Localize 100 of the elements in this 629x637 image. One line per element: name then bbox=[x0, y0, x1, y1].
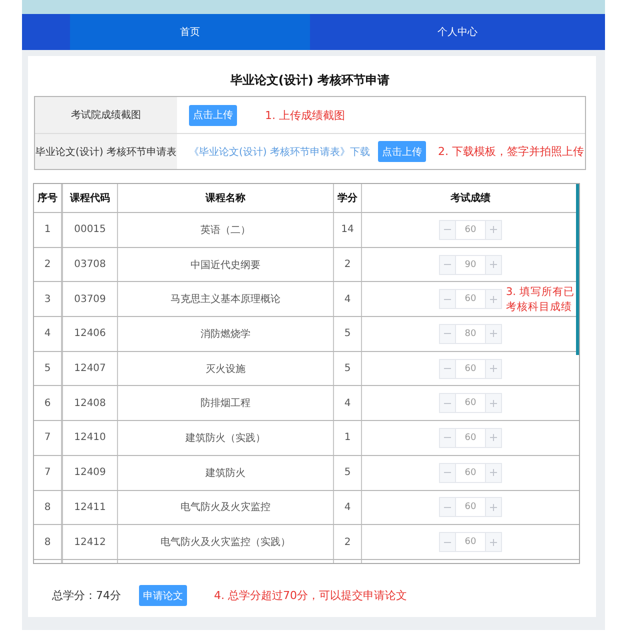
table-cell: 00015 bbox=[63, 213, 118, 247]
score-field[interactable]: 60 bbox=[456, 497, 485, 518]
template-download-link[interactable]: 《毕业论文(设计) 考核环节申请表》下载 bbox=[189, 144, 370, 158]
instruction-note: 1. 上传成绩截图 bbox=[265, 108, 345, 122]
increase-button[interactable] bbox=[485, 324, 502, 344]
minus-icon bbox=[444, 506, 451, 508]
table-cell: 12407 bbox=[63, 352, 118, 386]
minus-icon bbox=[444, 264, 451, 266]
table-cell: 英语（二） bbox=[118, 213, 334, 247]
table-cell: 5 bbox=[334, 456, 362, 490]
decrease-button[interactable] bbox=[439, 289, 456, 310]
table-cell: 5 bbox=[334, 317, 362, 351]
apply-button[interactable]: 申请论文 bbox=[139, 585, 187, 606]
nav-tab[interactable]: 首页 bbox=[70, 14, 310, 50]
table-cell: 4 bbox=[334, 490, 362, 524]
table-cell: 建筑防火（实践） bbox=[118, 421, 334, 455]
decrease-button[interactable] bbox=[439, 254, 456, 275]
plus-icon bbox=[490, 469, 497, 476]
table-cell: 5 bbox=[34, 352, 63, 386]
decrease-button[interactable] bbox=[439, 324, 456, 344]
plus-icon bbox=[490, 400, 497, 407]
plus-icon bbox=[490, 330, 497, 338]
score-field[interactable]: 60 bbox=[456, 532, 485, 552]
score-field[interactable]: 60 bbox=[456, 358, 485, 379]
upload-label: 考试院成绩截图 bbox=[35, 97, 177, 133]
table-cell: 8 bbox=[34, 525, 63, 559]
plus-icon bbox=[490, 261, 497, 268]
increase-button[interactable] bbox=[485, 497, 502, 518]
decrease-button[interactable] bbox=[439, 532, 456, 552]
score-field[interactable]: 60 bbox=[456, 428, 485, 448]
decrease-button[interactable] bbox=[439, 428, 456, 448]
increase-button[interactable] bbox=[485, 532, 502, 552]
table-cell: 8 bbox=[34, 490, 63, 524]
upload-button[interactable]: 点击上传 bbox=[189, 104, 237, 126]
table-cell: 12406 bbox=[63, 317, 118, 351]
score-field[interactable]: 60 bbox=[456, 220, 485, 240]
plus-icon bbox=[490, 296, 497, 303]
table-cell: 4 bbox=[334, 282, 362, 316]
plus-icon bbox=[490, 434, 497, 442]
table-cell: 12411 bbox=[63, 490, 118, 524]
table-cell: 03709 bbox=[63, 282, 118, 316]
table-cell: 1 bbox=[334, 421, 362, 455]
column-header: 考试成绩 bbox=[450, 192, 492, 206]
page-title: 毕业论文(设计) 考核环节申请 bbox=[230, 72, 390, 89]
table-cell: 12410 bbox=[63, 421, 118, 455]
table-cell: 6 bbox=[34, 386, 63, 420]
table-cell: 电气防火及火灾监控（实践） bbox=[118, 525, 334, 559]
upload-button[interactable]: 点击上传 bbox=[378, 141, 426, 162]
table-cell: 2 bbox=[34, 248, 63, 282]
table-cell: 防排烟工程 bbox=[118, 386, 334, 420]
table-cell: 灭火设施 bbox=[118, 352, 334, 386]
score-field[interactable]: 60 bbox=[456, 289, 485, 310]
plus-icon bbox=[490, 226, 497, 234]
increase-button[interactable] bbox=[485, 254, 502, 275]
table-cell: 2 bbox=[334, 248, 362, 282]
increase-button[interactable] bbox=[485, 393, 502, 414]
plus-icon bbox=[490, 538, 497, 546]
minus-icon bbox=[444, 298, 451, 300]
table-cell: 电气防火及火灾监控 bbox=[118, 490, 334, 524]
plus-icon bbox=[490, 504, 497, 511]
increase-button[interactable] bbox=[485, 428, 502, 448]
decrease-button[interactable] bbox=[439, 393, 456, 414]
minus-icon bbox=[444, 333, 451, 334]
table-cell: 消防燃烧学 bbox=[118, 317, 334, 351]
table-cell: 1 bbox=[34, 213, 63, 247]
scrollbar-thumb[interactable] bbox=[576, 184, 579, 355]
instruction-note: 2. 下载模板，签字并拍照上传 bbox=[438, 144, 584, 159]
nav-tab[interactable]: 个人中心 bbox=[310, 14, 605, 50]
table-cell: 马克思主义基本原理概论 bbox=[118, 282, 334, 316]
decrease-button[interactable] bbox=[439, 497, 456, 518]
score-field[interactable]: 80 bbox=[456, 324, 485, 344]
table-cell: 7 bbox=[34, 456, 63, 490]
instruction-note: 3. 填写所有已考核科目成绩 bbox=[506, 285, 576, 315]
score-field[interactable]: 90 bbox=[456, 254, 485, 275]
table-cell: 7 bbox=[34, 421, 63, 455]
table-cell: 3 bbox=[34, 282, 63, 316]
decrease-button[interactable] bbox=[439, 358, 456, 379]
column-header: 课程代码 bbox=[63, 184, 118, 212]
table-cell: 14 bbox=[334, 213, 362, 247]
increase-button[interactable] bbox=[485, 358, 502, 379]
decrease-button[interactable] bbox=[439, 220, 456, 240]
instruction-note: 4. 总学分超过70分，可以提交申请论文 bbox=[214, 588, 407, 603]
minus-icon bbox=[444, 229, 451, 230]
table-cell: 03708 bbox=[63, 248, 118, 282]
increase-button[interactable] bbox=[485, 462, 502, 483]
column-header: 序号 bbox=[34, 184, 63, 212]
minus-icon bbox=[444, 368, 451, 370]
table-cell: 建筑防火 bbox=[118, 456, 334, 490]
minus-icon bbox=[444, 472, 451, 474]
table-cell: 2 bbox=[334, 525, 362, 559]
table-cell: 12408 bbox=[63, 386, 118, 420]
upload-label: 毕业论文(设计) 考核环节申请表 bbox=[35, 134, 177, 169]
decrease-button[interactable] bbox=[439, 462, 456, 483]
minus-icon bbox=[444, 437, 451, 438]
increase-button[interactable] bbox=[485, 289, 502, 310]
table-cell: 5 bbox=[334, 352, 362, 386]
minus-icon bbox=[444, 542, 451, 543]
increase-button[interactable] bbox=[485, 220, 502, 240]
score-field[interactable]: 60 bbox=[456, 462, 485, 483]
score-field[interactable]: 60 bbox=[456, 393, 485, 414]
